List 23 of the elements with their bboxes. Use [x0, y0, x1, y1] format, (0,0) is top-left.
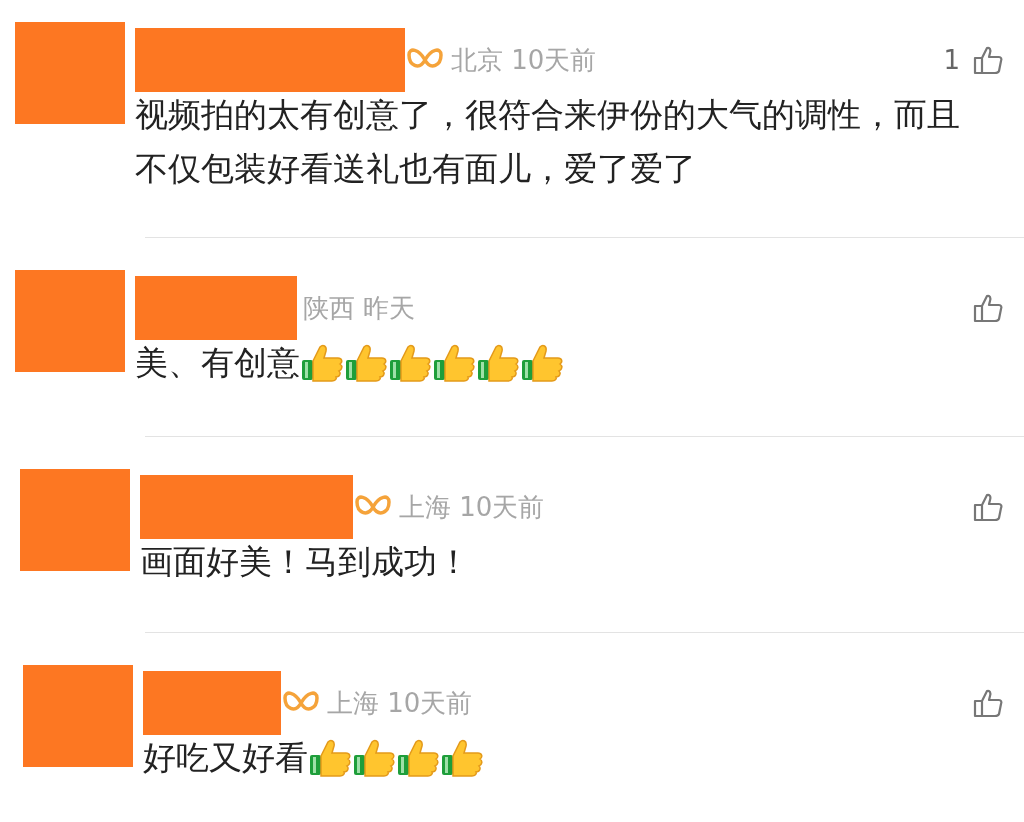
- comment-text: 好吃又好看: [143, 737, 308, 779]
- thumbs-up-icon[interactable]: [972, 687, 1004, 719]
- comment-text: 美、有创意: [135, 342, 300, 384]
- like-count: 1: [943, 45, 960, 75]
- thumbs-up-emoji-icon: [396, 738, 440, 778]
- thumbs-up-emoji-icon: [352, 738, 396, 778]
- location-time: 上海 10天前: [327, 686, 473, 720]
- location-time: 北京 10天前: [451, 43, 597, 77]
- thumbs-up-emoji-icon: [520, 343, 564, 383]
- thumbs-up-icon[interactable]: [972, 491, 1004, 523]
- thumbs-up-icon[interactable]: [972, 44, 1004, 76]
- thumbs-up-emoji-icon: [476, 343, 520, 383]
- thumbs-up-emoji-icon: [344, 343, 388, 383]
- thumbs-up-emoji-icon: [308, 738, 352, 778]
- thumbs-up-emoji-icon: [300, 343, 344, 383]
- comment-text: 视频拍的太有创意了，很符合来伊份的大气的调性，而且不仅包装好看送礼也有面儿，爱了爱了: [135, 94, 961, 190]
- comment-text: 画面好美！马到成功！: [140, 541, 470, 583]
- thumbs-up-emoji-icon: [388, 343, 432, 383]
- thumbs-up-emoji-icon: [432, 343, 476, 383]
- thumbs-up-icon[interactable]: [972, 292, 1004, 324]
- location-time: 上海 10天前: [399, 490, 545, 524]
- thumbs-up-emoji-icon: [440, 738, 484, 778]
- location-time: 陕西 昨天: [303, 291, 416, 325]
